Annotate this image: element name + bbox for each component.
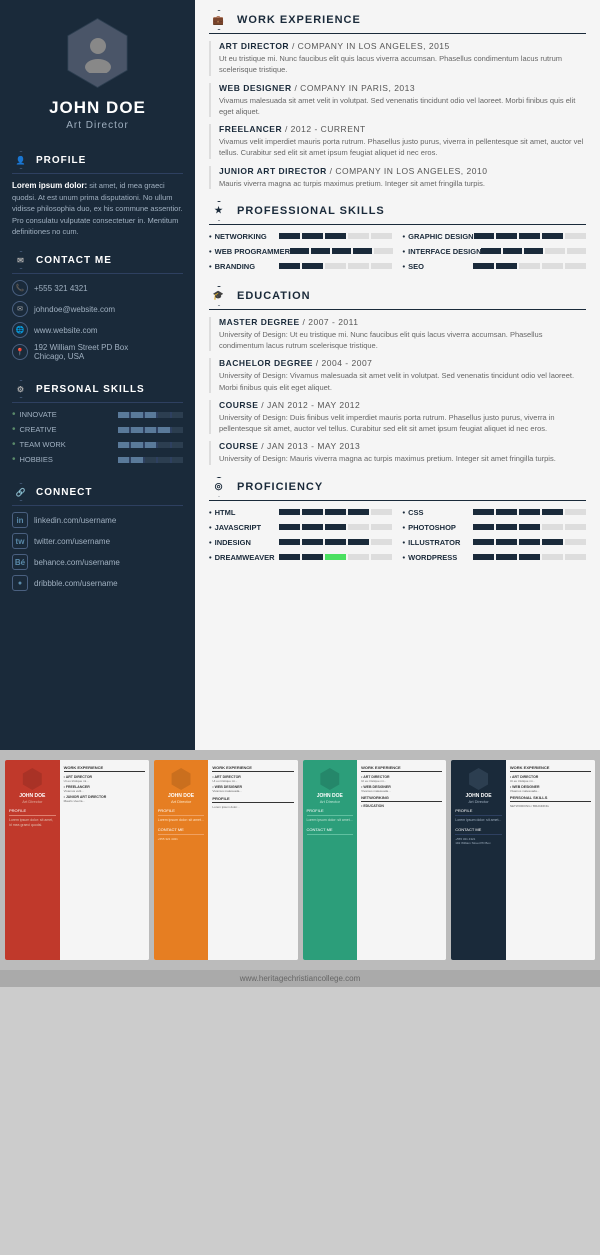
personal-skills-title: ⚙ PERSONAL SKILLS — [12, 380, 183, 403]
work-experience-section: 💼 WORK EXPERIENCE ART DIRECTOR / COMPANY… — [209, 10, 586, 189]
skills-grid: NETWORKING GRAPHIC DESI — [209, 232, 586, 274]
preview-teal: JOHN DOE Art Director PROFILE Lorem ipsu… — [303, 760, 447, 960]
work-item-1: ART DIRECTOR / COMPANY IN LOS ANGELES, 2… — [209, 41, 586, 76]
skill-creative: CREATIVE — [12, 424, 183, 435]
skill-networking: NETWORKING — [209, 232, 393, 244]
skills-icon: ⚙ — [12, 380, 30, 398]
person-name: JOHN DOE — [49, 98, 146, 118]
resume-card: JOHN DOE Art Director 👤 PROFILE Lorem ip… — [0, 0, 600, 750]
connect-section: 🔗 CONNECT in linkedin.com/username tw tw… — [0, 475, 195, 602]
prof-illustrator: ILLUSTRATOR — [403, 538, 587, 547]
skill-graphic-design: GRAPHIC DESIGN — [403, 232, 587, 244]
contact-web: 🌐 www.website.com — [12, 322, 183, 338]
work-item-2: WEB DESIGNER / COMPANY IN PARIS, 2013 Vi… — [209, 83, 586, 118]
preview-section: JOHN DOE Art Director PROFILE Lorem ipsu… — [0, 750, 600, 970]
professional-skills-title: ★ PROFESSIONAL SKILLS — [209, 201, 586, 225]
prof-css: CSS — [403, 508, 587, 517]
prof-dreamweaver: DREAMWEAVER — [209, 553, 393, 562]
proficiency-title: ◎ PROFICIENCY — [209, 477, 586, 501]
person-title: Art Director — [66, 120, 129, 131]
skill-teamwork: TEAM WORK — [12, 439, 183, 450]
work-item-4: JUNIOR ART DIRECTOR / COMPANY IN LOS ANG… — [209, 166, 586, 189]
watermark: www.heritagechristiancollege.com — [0, 970, 600, 987]
phone-icon: 📞 — [12, 280, 28, 296]
profile-text: Lorem ipsum dolor: sit amet, id mea grae… — [12, 180, 183, 237]
web-icon: 🌐 — [12, 322, 28, 338]
skill-seo: SEO — [403, 262, 587, 274]
prof-html: HTML — [209, 508, 393, 517]
proficiency-icon: ◎ — [209, 477, 229, 497]
prof-indesign: INDESIGN — [209, 538, 393, 547]
proficiency-section: ◎ PROFICIENCY HTML — [209, 477, 586, 565]
education-icon: 🎓 — [209, 286, 229, 306]
skill-branding: BRANDING — [209, 262, 393, 274]
profile-section: 👤 PROFILE Lorem ipsum dolor: sit amet, i… — [0, 143, 195, 243]
profile-section-title: 👤 PROFILE — [12, 151, 183, 174]
resume-wrapper: JOHN DOE Art Director 👤 PROFILE Lorem ip… — [0, 0, 600, 987]
personal-skills-section: ⚙ PERSONAL SKILLS INNOVATE CREATIVE — [0, 372, 195, 475]
education-section: 🎓 EDUCATION MASTER DEGREE / 2007 - 2011 … — [209, 286, 586, 465]
connect-twitter[interactable]: tw twitter.com/username — [12, 533, 183, 549]
email-icon: ✉ — [12, 301, 28, 317]
connect-behance[interactable]: Bé behance.com/username — [12, 554, 183, 570]
professional-skills-section: ★ PROFESSIONAL SKILLS NETWORKING — [209, 201, 586, 274]
location-icon: 📍 — [12, 344, 28, 360]
profile-icon: 👤 — [12, 151, 30, 169]
sidebar: JOHN DOE Art Director 👤 PROFILE Lorem ip… — [0, 0, 195, 750]
proficiency-grid: HTML CSS — [209, 508, 586, 565]
preview-orange: JOHN DOE Art Director PROFILE Lorem ipsu… — [154, 760, 298, 960]
connect-icon: 🔗 — [12, 483, 30, 501]
prof-javascript: JAVASCRIPT — [209, 523, 393, 532]
linkedin-icon: in — [12, 512, 28, 528]
prof-wordpress: WORDPRESS — [403, 553, 587, 562]
connect-linkedin[interactable]: in linkedin.com/username — [12, 512, 183, 528]
contact-section: ✉ CONTACT ME 📞 +555 321 4321 ✉ johndoe@w… — [0, 243, 195, 372]
edu-item-3: COURSE / JAN 2012 - MAY 2012 University … — [209, 400, 586, 435]
edu-item-2: BACHELOR DEGREE / 2004 - 2007 University… — [209, 358, 586, 393]
preview-red: JOHN DOE Art Director PROFILE Lorem ipsu… — [5, 760, 149, 960]
work-item-3: FREELANCER / 2012 - CURRENT Vivamus veli… — [209, 124, 586, 159]
work-experience-title: 💼 WORK EXPERIENCE — [209, 10, 586, 34]
avatar-area: JOHN DOE Art Director — [0, 0, 195, 143]
contact-section-title: ✉ CONTACT ME — [12, 251, 183, 274]
connect-dribbble[interactable]: ● dribbble.com/username — [12, 575, 183, 591]
skill-innovate: INNOVATE — [12, 409, 183, 420]
contact-phone: 📞 +555 321 4321 — [12, 280, 183, 296]
preview-dark: JOHN DOE Art Director PROFILE Lorem ipsu… — [451, 760, 595, 960]
contact-email: ✉ johndoe@website.com — [12, 301, 183, 317]
avatar-image — [64, 19, 132, 87]
skill-web-programmer: WEB PROGRAMMER — [209, 247, 393, 259]
edu-item-1: MASTER DEGREE / 2007 - 2011 University o… — [209, 317, 586, 352]
work-icon: 💼 — [209, 10, 229, 30]
prof-photoshop: PHOTOSHOP — [403, 523, 587, 532]
prof-skills-icon: ★ — [209, 201, 229, 221]
skill-hobbies: HOBBIES — [12, 454, 183, 465]
twitter-icon: tw — [12, 533, 28, 549]
edu-item-4: COURSE / JAN 2013 - MAY 2013 University … — [209, 441, 586, 464]
contact-location: 📍 192 William Street PD BoxChicago, USA — [12, 343, 183, 361]
education-title: 🎓 EDUCATION — [209, 286, 586, 310]
dribbble-icon: ● — [12, 575, 28, 591]
behance-icon: Bé — [12, 554, 28, 570]
main-content: 💼 WORK EXPERIENCE ART DIRECTOR / COMPANY… — [195, 0, 600, 750]
avatar-hexagon — [63, 18, 133, 88]
contact-icon: ✉ — [12, 251, 30, 269]
skill-interface-design: INTERFACE DESIGN — [403, 247, 587, 259]
connect-section-title: 🔗 CONNECT — [12, 483, 183, 506]
